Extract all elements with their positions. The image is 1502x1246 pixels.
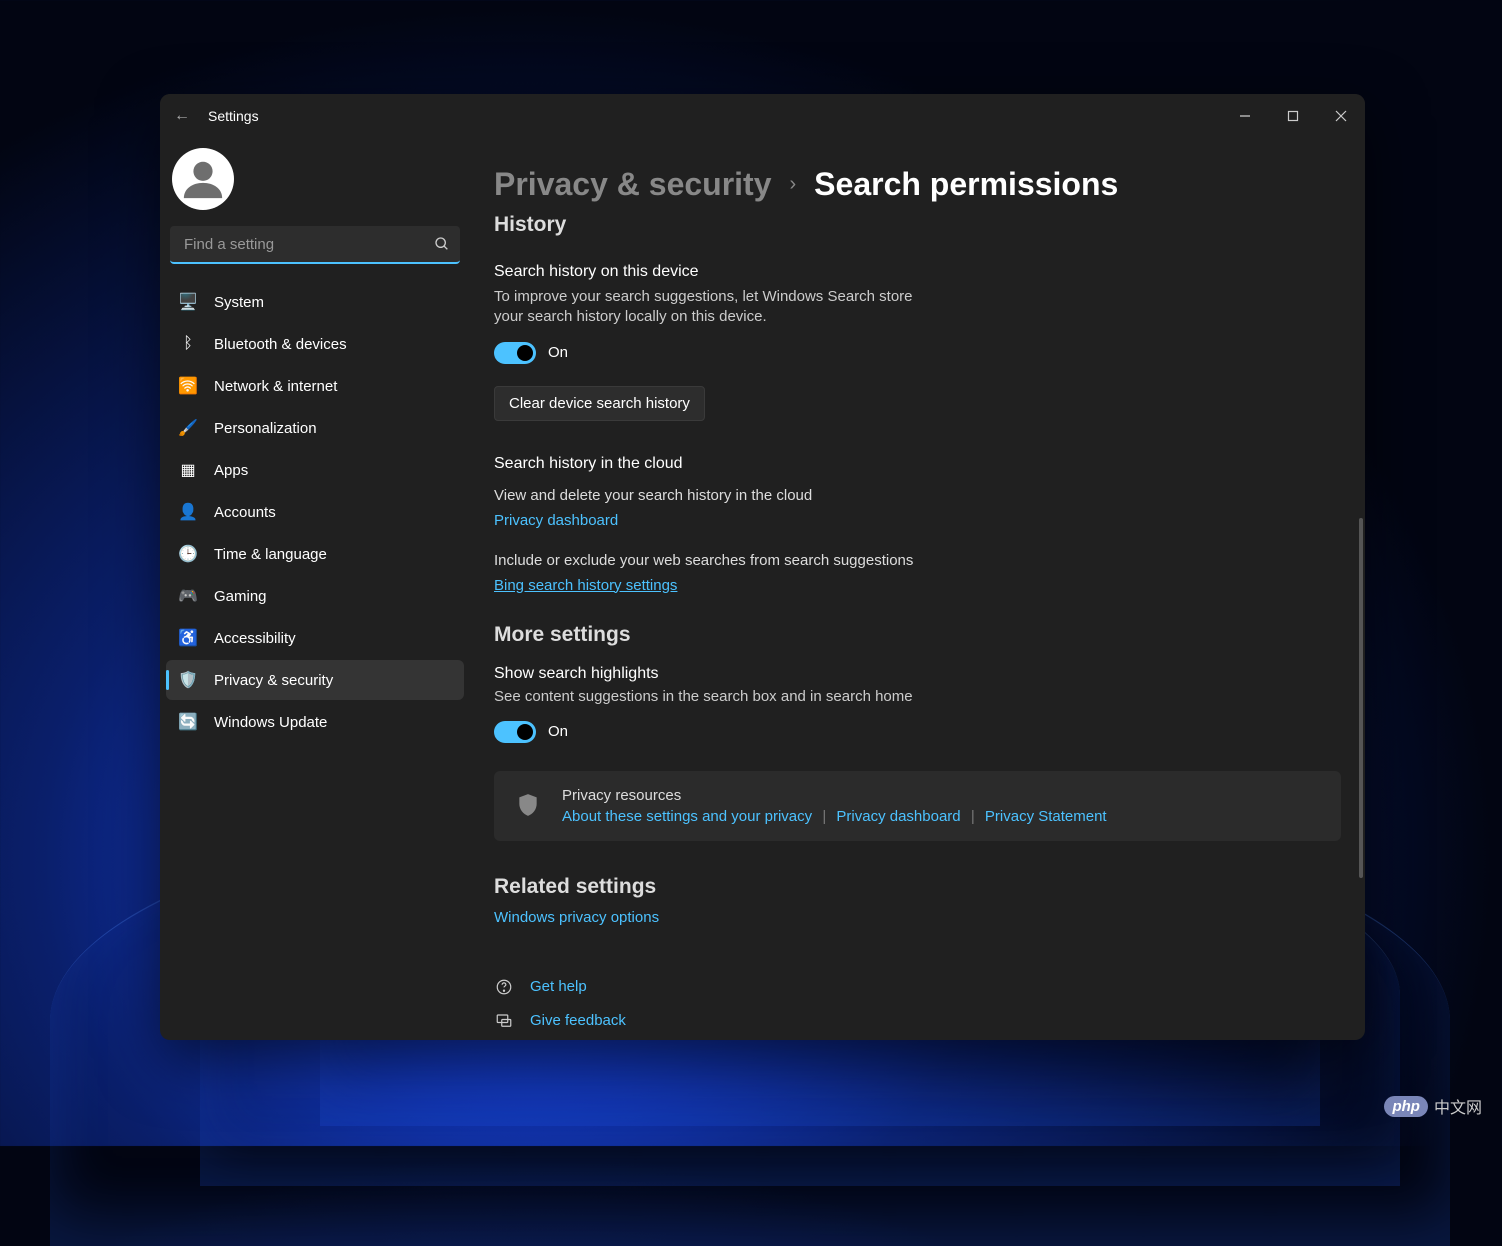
sidebar-item-time-language-icon: 🕒: [178, 544, 198, 564]
search-wrap: [170, 226, 460, 264]
sidebar-item-label: Accessibility: [214, 630, 296, 647]
sidebar-item-network-icon: 🛜: [178, 376, 198, 396]
cloud-include-desc: Include or exclude your web searches fro…: [494, 552, 1341, 569]
main-content: Privacy & security › Search permissions …: [470, 138, 1365, 1040]
sidebar-item-label: Gaming: [214, 588, 267, 605]
watermark-text: 中文网: [1434, 1094, 1482, 1118]
shield-icon: [514, 791, 542, 819]
breadcrumb: Privacy & security › Search permissions: [494, 138, 1341, 213]
help-icon: [494, 977, 514, 997]
sidebar-item-update-icon: 🔄: [178, 712, 198, 732]
sidebar-item-label: Time & language: [214, 546, 327, 563]
history-heading: History: [494, 213, 1341, 237]
sidebar-item-gaming-icon: 🎮: [178, 586, 198, 606]
privacy-dashboard-card-link[interactable]: Privacy dashboard: [836, 808, 960, 825]
sidebar-item-privacy-icon: 🛡️: [178, 670, 198, 690]
history-device-desc: To improve your search suggestions, let …: [494, 287, 934, 328]
get-help-link[interactable]: Get help: [530, 978, 587, 995]
sidebar-item-personalization[interactable]: 🖌️ Personalization: [166, 408, 464, 448]
privacy-statement-link[interactable]: Privacy Statement: [985, 808, 1107, 825]
sidebar-item-time-language[interactable]: 🕒 Time & language: [166, 534, 464, 574]
feedback-icon: [494, 1011, 514, 1031]
breadcrumb-parent[interactable]: Privacy & security: [494, 166, 772, 203]
history-device-title: Search history on this device: [494, 263, 1341, 281]
watermark: php 中文网: [1384, 1094, 1482, 1118]
breadcrumb-current: Search permissions: [814, 166, 1118, 203]
sidebar-item-label: Windows Update: [214, 714, 327, 731]
sidebar: 🖥️ System ᛒ Bluetooth & devices 🛜 Network & i…: [160, 138, 470, 1040]
clear-history-button[interactable]: Clear device search history: [494, 386, 705, 421]
highlights-toggle-label: On: [548, 723, 568, 740]
sidebar-item-gaming[interactable]: 🎮 Gaming: [166, 576, 464, 616]
sidebar-item-personalization-icon: 🖌️: [178, 418, 198, 438]
minimize-button[interactable]: [1221, 94, 1269, 138]
sidebar-item-accessibility[interactable]: ♿ Accessibility: [166, 618, 464, 658]
sidebar-item-label: System: [214, 294, 264, 311]
sidebar-item-label: Privacy & security: [214, 672, 333, 689]
related-heading: Related settings: [494, 875, 1341, 899]
profile-block[interactable]: [166, 138, 464, 226]
sidebar-item-privacy[interactable]: 🛡️ Privacy & security: [166, 660, 464, 700]
window-title: Settings: [208, 108, 259, 124]
highlights-toggle[interactable]: [494, 721, 536, 743]
resources-title: Privacy resources: [562, 787, 1107, 804]
titlebar: ← Settings: [160, 94, 1365, 138]
sidebar-item-bluetooth[interactable]: ᛒ Bluetooth & devices: [166, 324, 464, 364]
sidebar-item-bluetooth-icon: ᛒ: [178, 334, 198, 354]
highlights-desc: See content suggestions in the search bo…: [494, 687, 934, 707]
avatar: [172, 148, 234, 210]
privacy-dashboard-link[interactable]: Privacy dashboard: [494, 512, 618, 529]
give-feedback-link[interactable]: Give feedback: [530, 1012, 626, 1029]
search-icon[interactable]: [434, 236, 450, 257]
sidebar-item-apps-icon: ▦: [178, 460, 198, 480]
sidebar-item-network[interactable]: 🛜 Network & internet: [166, 366, 464, 406]
sidebar-item-label: Accounts: [214, 504, 276, 521]
more-settings-heading: More settings: [494, 623, 1341, 647]
search-input[interactable]: [170, 226, 460, 264]
windows-privacy-options-link[interactable]: Windows privacy options: [494, 909, 659, 926]
sidebar-item-label: Bluetooth & devices: [214, 336, 347, 353]
nav: 🖥️ System ᛒ Bluetooth & devices 🛜 Network & i…: [166, 282, 464, 742]
settings-window: ← Settings 🖥️ System ᛒ Bluetooth & devices 🛜…: [160, 94, 1365, 1040]
sidebar-item-accessibility-icon: ♿: [178, 628, 198, 648]
sidebar-item-system-icon: 🖥️: [178, 292, 198, 312]
cloud-view-desc: View and delete your search history in t…: [494, 487, 1341, 504]
sidebar-item-label: Apps: [214, 462, 248, 479]
about-settings-link[interactable]: About these settings and your privacy: [562, 808, 812, 825]
window-controls: [1221, 94, 1365, 138]
php-badge: php: [1384, 1096, 1428, 1117]
bing-history-link[interactable]: Bing search history settings: [494, 577, 677, 594]
sidebar-item-apps[interactable]: ▦ Apps: [166, 450, 464, 490]
sidebar-item-update[interactable]: 🔄 Windows Update: [166, 702, 464, 742]
history-device-toggle-label: On: [548, 344, 568, 361]
history-device-toggle[interactable]: [494, 342, 536, 364]
sidebar-item-accounts[interactable]: 👤 Accounts: [166, 492, 464, 532]
history-cloud-title: Search history in the cloud: [494, 455, 1341, 473]
close-button[interactable]: [1317, 94, 1365, 138]
maximize-button[interactable]: [1269, 94, 1317, 138]
sidebar-item-system[interactable]: 🖥️ System: [166, 282, 464, 322]
scrollbar[interactable]: [1359, 518, 1363, 878]
sidebar-item-accounts-icon: 👤: [178, 502, 198, 522]
privacy-resources-card: Privacy resources About these settings a…: [494, 771, 1341, 841]
sidebar-item-label: Network & internet: [214, 378, 337, 395]
back-icon[interactable]: ←: [174, 107, 192, 125]
chevron-right-icon: ›: [790, 173, 797, 196]
sidebar-item-label: Personalization: [214, 420, 317, 437]
highlights-title: Show search highlights: [494, 665, 1341, 683]
